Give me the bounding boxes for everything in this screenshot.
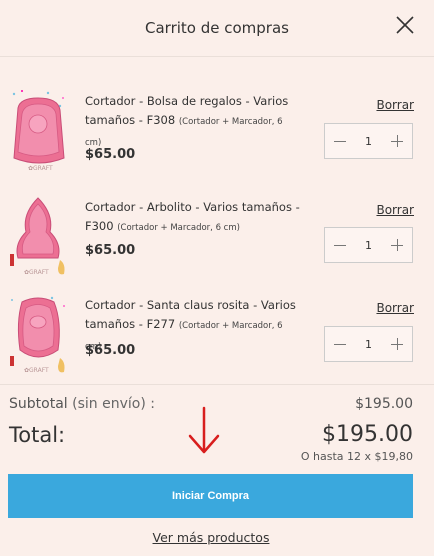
item-price: $65.00 <box>85 243 136 258</box>
quantity-stepper: 1 <box>324 227 413 263</box>
decrease-quantity-icon[interactable] <box>334 239 346 251</box>
item-name: Cortador - Bolsa de regalos - Varios tam… <box>85 94 289 148</box>
quantity-value[interactable]: 1 <box>354 239 384 252</box>
cart-item: ✿GRAFT Cortador - Arbolito - Varios tama… <box>0 190 434 286</box>
summary-divider <box>0 384 434 385</box>
total-value: $195.00 <box>322 422 413 447</box>
item-price: $65.00 <box>85 343 136 358</box>
decrease-quantity-icon[interactable] <box>334 135 346 147</box>
cart-title: Carrito de compras <box>145 19 289 37</box>
item-price: $65.00 <box>85 147 136 162</box>
more-products-link[interactable]: Ver más productos <box>0 530 422 545</box>
increase-quantity-icon[interactable] <box>391 135 403 147</box>
cart-header: Carrito de compras <box>0 0 434 57</box>
total-label: Total: <box>9 423 66 447</box>
cookie-cutter-gift-bag-image[interactable]: ✿GRAFT <box>8 88 70 174</box>
remove-button[interactable]: Borrar <box>376 203 414 217</box>
cookie-cutter-tree-image[interactable]: ✿GRAFT <box>8 194 70 280</box>
arrow-down-icon <box>188 406 220 454</box>
cookie-cutter-santa-image[interactable]: ✿GRAFT <box>8 292 70 378</box>
increase-quantity-icon[interactable] <box>391 239 403 251</box>
quantity-stepper: 1 <box>324 123 413 159</box>
quantity-value[interactable]: 1 <box>354 338 384 351</box>
remove-button[interactable]: Borrar <box>376 98 414 112</box>
svg-text:✿GRAFT: ✿GRAFT <box>24 367 49 374</box>
subtotal-label: Subtotal (sin envío) : <box>9 396 155 412</box>
svg-text:✿GRAFT: ✿GRAFT <box>24 269 49 276</box>
increase-quantity-icon[interactable] <box>391 338 403 350</box>
subtotal-value: $195.00 <box>355 396 413 412</box>
decrease-quantity-icon[interactable] <box>334 338 346 350</box>
quantity-stepper: 1 <box>324 326 413 362</box>
cart-item: ✿GRAFT Cortador - Santa claus rosita - V… <box>0 288 434 384</box>
installments-text: O hasta 12 x $19,80 <box>300 450 413 463</box>
svg-text:✿GRAFT: ✿GRAFT <box>28 165 53 172</box>
quantity-value[interactable]: 1 <box>354 135 384 148</box>
remove-button[interactable]: Borrar <box>376 301 414 315</box>
item-name: Cortador - Arbolito - Varios tamaños - F… <box>85 200 300 233</box>
checkout-button[interactable]: Iniciar Compra <box>8 474 413 518</box>
close-icon[interactable] <box>394 14 416 36</box>
cart-item: ✿GRAFT Cortador - Bolsa de regalos - Var… <box>0 84 434 180</box>
